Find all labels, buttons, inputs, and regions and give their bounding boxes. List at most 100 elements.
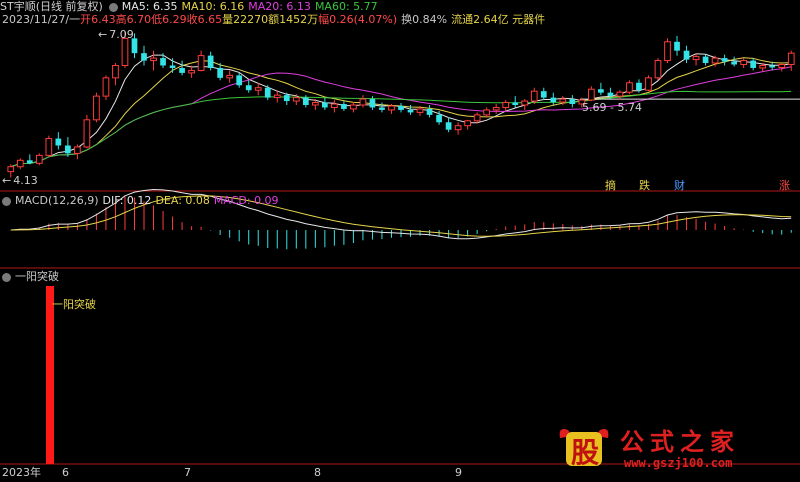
macd-dif: DIF: 0.12: [102, 194, 152, 207]
candle-body: [454, 125, 462, 131]
candle-body: [102, 77, 110, 97]
settings-icon[interactable]: [108, 2, 118, 12]
candle-body: [169, 65, 176, 68]
macd-settings-icon[interactable]: [2, 196, 11, 206]
candle-body: [398, 105, 404, 110]
candle-body: [521, 100, 529, 106]
macd-dea: DEA: 0.08: [155, 194, 210, 207]
candle-body: [245, 85, 252, 91]
candle-body: [254, 87, 262, 91]
signal-bar: [46, 286, 54, 464]
candle-body: [359, 98, 367, 106]
x-tick-9: 9: [455, 466, 462, 479]
ma20-label: MA20: 6.13: [248, 0, 311, 13]
quote-turnover: 换0.84%: [401, 13, 448, 26]
ma10-label: MA10: 6.16: [181, 0, 245, 13]
candle-body: [283, 95, 290, 102]
low-price-value: 4.13: [13, 174, 38, 187]
candle-body: [217, 67, 224, 78]
quote-low: 低6.29: [151, 13, 187, 26]
candle-body: [35, 154, 43, 164]
candle-body: [569, 99, 576, 105]
candle-body: [292, 97, 300, 102]
candle-body: [502, 102, 510, 108]
marker-zhai[interactable]: 摘: [605, 179, 616, 192]
candle-body: [550, 97, 557, 103]
stock-title: ST宇顺(日线 前复权): [0, 0, 103, 13]
quote-float: 流通2.64亿 元器件: [451, 13, 546, 26]
candle-body: [121, 37, 129, 66]
candle-body: [559, 98, 567, 103]
candle-body: [664, 41, 671, 62]
candle-body: [341, 104, 347, 109]
candle-body: [388, 105, 395, 111]
watermark-logo-char: 股: [570, 436, 599, 469]
quote-volume: 量22270: [222, 13, 269, 26]
ma5-label: MA5: 6.35: [121, 0, 178, 13]
candle-body: [236, 75, 243, 86]
x-tick-6: 6: [62, 466, 69, 479]
quote-open: 开6.43: [80, 13, 116, 26]
indicator-settings-icon[interactable]: [2, 272, 11, 282]
ma60-line: [10, 90, 792, 168]
candle-body: [740, 60, 748, 66]
candle-body: [273, 94, 281, 99]
candle-body: [512, 102, 519, 105]
x-tick-8: 8: [314, 466, 321, 479]
candle-body: [750, 60, 757, 68]
candle-body: [588, 88, 595, 101]
candle-body: [160, 58, 166, 66]
candle-body: [787, 52, 795, 66]
candle-body: [302, 97, 309, 105]
candle-body: [607, 92, 614, 97]
candle-body: [645, 77, 652, 91]
marker-zhang[interactable]: 涨: [779, 179, 790, 192]
candle-body: [683, 50, 690, 60]
macd-value: MACD: 0.09: [213, 194, 279, 207]
marker-die[interactable]: 跌: [639, 179, 650, 192]
candle-body: [598, 89, 604, 93]
quote-close: 收6.65: [186, 13, 223, 26]
candle-body: [179, 67, 185, 73]
candle-body: [540, 91, 547, 98]
watermark-url: www.gszj100.com: [624, 456, 733, 470]
quote-high: 高6.70: [115, 13, 152, 26]
candle-body: [702, 56, 709, 64]
quote-change: 幅0.26(4.07%): [318, 13, 398, 26]
candle-body: [692, 56, 700, 61]
marker-cai[interactable]: 财: [674, 179, 685, 192]
candle-body: [65, 145, 71, 154]
candle-body: [331, 103, 338, 108]
x-tick-7: 7: [184, 466, 191, 479]
candle-body: [626, 82, 633, 93]
high-price-value: 7.09: [109, 28, 134, 41]
candle-body: [473, 114, 481, 122]
candle-body: [636, 82, 642, 91]
candle-body: [674, 41, 680, 51]
candle-body: [83, 119, 91, 148]
candle-body: [188, 69, 195, 74]
main-header: ST宇顺(日线 前复权) MA5: 6.35 MA10: 6.16 MA20: 6.1…: [0, 0, 382, 13]
quote-date: 2023/11/27/一: [2, 13, 81, 26]
candle-body: [436, 114, 442, 123]
x-tick-year: 2023年: [2, 466, 41, 479]
candle-body: [226, 74, 234, 79]
range-price-mark: 5.69 - 5.74: [582, 101, 642, 114]
candle-body: [654, 60, 662, 79]
candle-body: [150, 57, 157, 62]
candle-body: [26, 160, 33, 164]
chart-stage: ST宇顺(日线 前复权) MA5: 6.35 MA10: 6.16 MA20: 6.1…: [0, 0, 800, 479]
candle-body: [350, 104, 357, 110]
candle-body: [711, 57, 719, 64]
candle-body: [55, 138, 62, 146]
candle-body: [721, 58, 728, 62]
ma60-label: MA60: 5.77: [314, 0, 378, 13]
candle-body: [141, 53, 147, 61]
candle-body: [264, 87, 271, 98]
candle-body: [207, 55, 214, 68]
quote-line: 2023/11/27/一开6.43高6.70低6.29收6.65量22270额1…: [2, 13, 549, 26]
candle-body: [197, 55, 205, 71]
candle-body: [778, 64, 786, 68]
candle-body: [769, 65, 776, 68]
quote-amount: 额1452万: [268, 13, 319, 26]
